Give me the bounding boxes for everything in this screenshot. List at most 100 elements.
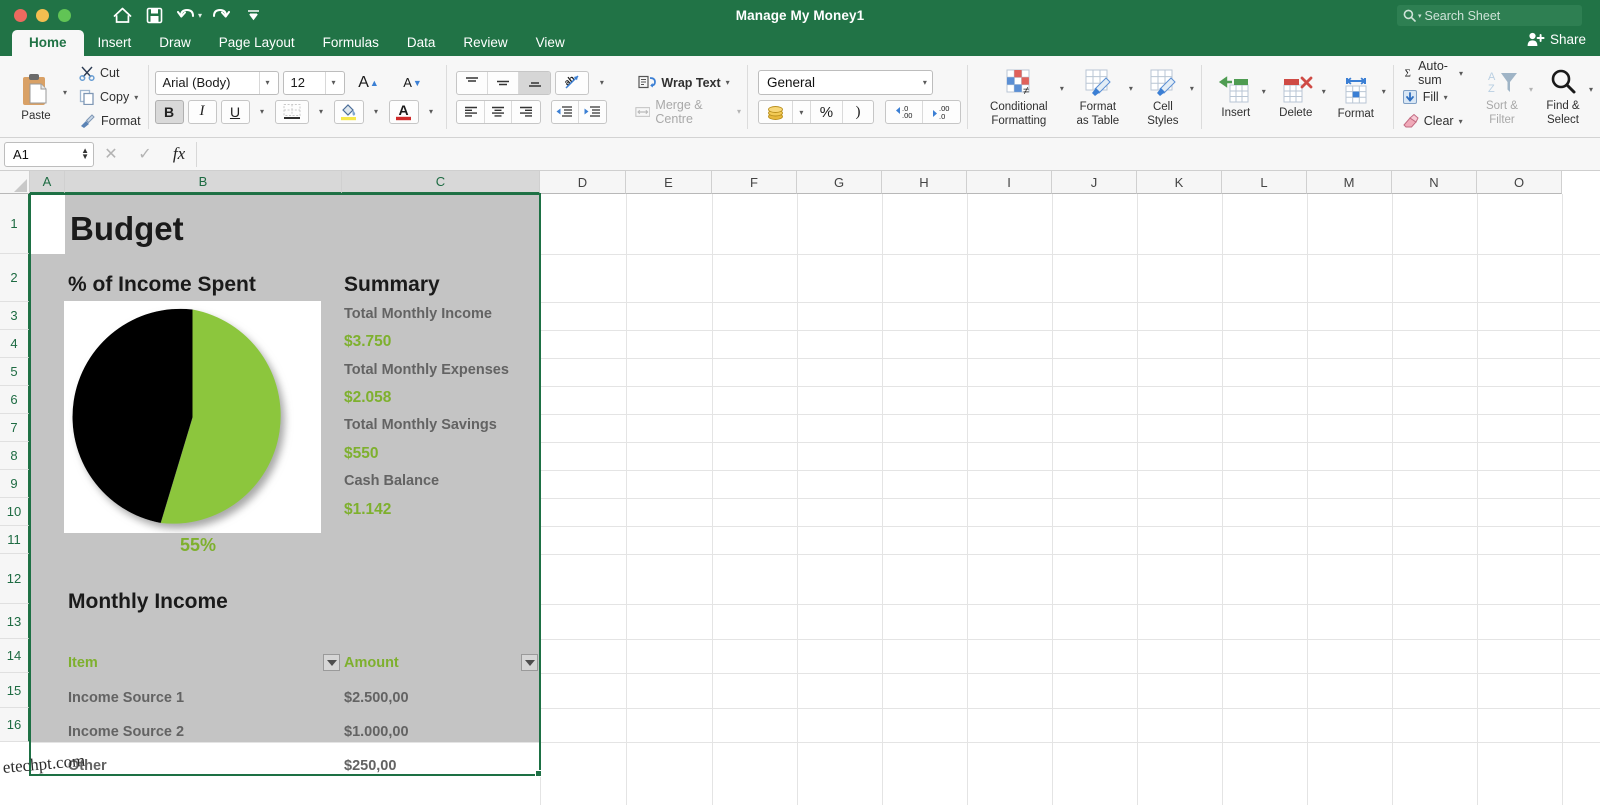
comma-style-button[interactable]: ): [843, 101, 873, 123]
paste-button[interactable]: Paste: [13, 61, 59, 133]
row-header-6[interactable]: 6: [0, 386, 30, 414]
column-header-d[interactable]: D: [540, 171, 626, 194]
currency-button[interactable]: [759, 101, 793, 123]
save-icon[interactable]: [139, 3, 169, 27]
increase-font-size-button[interactable]: A▲: [349, 71, 389, 95]
align-middle-button[interactable]: [488, 72, 519, 94]
column-header-h[interactable]: H: [882, 171, 967, 194]
font-size-select[interactable]: 12 ▾: [283, 71, 345, 95]
filter-button-amount[interactable]: [521, 654, 538, 671]
select-all-corner[interactable]: [0, 171, 30, 194]
orientation-dropdown-caret[interactable]: ▾: [593, 71, 610, 95]
fill-button[interactable]: Fill ▾: [1402, 86, 1463, 108]
format-as-table-button[interactable]: Format as Table: [1069, 61, 1127, 133]
tab-page-layout[interactable]: Page Layout: [205, 30, 309, 56]
borders-button[interactable]: [275, 100, 309, 124]
delete-cells-button[interactable]: Delete: [1272, 61, 1320, 133]
format-cells-button[interactable]: Format: [1332, 61, 1380, 133]
borders-dropdown-caret[interactable]: ▾: [313, 100, 330, 124]
minimize-window-button[interactable]: [36, 9, 49, 22]
column-header-k[interactable]: K: [1137, 171, 1222, 194]
conditional-formatting-dropdown-caret[interactable]: ▾: [1060, 84, 1064, 93]
column-header-a[interactable]: A: [30, 171, 65, 194]
font-family-select[interactable]: Arial (Body) ▾: [155, 71, 279, 95]
find-select-dropdown-caret[interactable]: ▾: [1589, 85, 1593, 94]
row-header-12[interactable]: 12: [0, 554, 30, 604]
underline-dropdown-caret[interactable]: ▾: [254, 100, 271, 124]
tab-formulas[interactable]: Formulas: [309, 30, 393, 56]
search-input[interactable]: ▾ Search Sheet: [1397, 5, 1582, 26]
increase-decimal-button[interactable]: .0 .00: [886, 101, 923, 123]
align-left-button[interactable]: [457, 101, 484, 123]
row-header-9[interactable]: 9: [0, 470, 30, 498]
italic-button[interactable]: I: [188, 100, 217, 124]
wrap-text-button[interactable]: Wrap Text ▾: [638, 72, 729, 94]
delete-cells-dropdown-caret[interactable]: ▾: [1322, 87, 1326, 96]
fill-dropdown-caret[interactable]: ▾: [1444, 93, 1448, 102]
format-cells-dropdown-caret[interactable]: ▾: [1382, 87, 1386, 96]
tab-home[interactable]: Home: [12, 30, 84, 56]
column-header-o[interactable]: O: [1477, 171, 1562, 194]
conditional-formatting-button[interactable]: ≠ Conditional Formatting: [980, 61, 1058, 133]
copy-dropdown-caret[interactable]: ▾: [134, 93, 138, 102]
selection-fill-handle[interactable]: [535, 770, 542, 777]
cell-styles-button[interactable]: Cell Styles: [1138, 61, 1188, 133]
close-window-button[interactable]: [14, 9, 27, 22]
tab-insert[interactable]: Insert: [84, 30, 146, 56]
column-header-l[interactable]: L: [1222, 171, 1307, 194]
column-header-m[interactable]: M: [1307, 171, 1392, 194]
row-header-3[interactable]: 3: [0, 302, 30, 330]
insert-function-icon[interactable]: fx: [162, 144, 196, 164]
row-header-4[interactable]: 4: [0, 330, 30, 358]
row-header-11[interactable]: 11: [0, 526, 30, 554]
number-format-select[interactable]: General ▾: [758, 70, 933, 95]
font-color-button[interactable]: A: [389, 100, 419, 124]
row-header-15[interactable]: 15: [0, 673, 30, 708]
currency-dropdown-caret[interactable]: ▾: [793, 101, 811, 123]
tab-draw[interactable]: Draw: [145, 30, 205, 56]
underline-button[interactable]: U: [221, 100, 250, 124]
formula-input[interactable]: [196, 142, 1600, 167]
cells-area[interactable]: Budget % of Income Spent Summary 55%: [30, 194, 1600, 805]
column-header-g[interactable]: G: [797, 171, 882, 194]
fill-color-button[interactable]: [334, 100, 364, 124]
align-center-button[interactable]: [485, 101, 512, 123]
sort-filter-dropdown-caret[interactable]: ▾: [1529, 85, 1533, 94]
merge-centre-button[interactable]: Merge & Centre ▾: [635, 101, 741, 123]
column-header-j[interactable]: J: [1052, 171, 1137, 194]
tab-view[interactable]: View: [522, 30, 579, 56]
find-select-button[interactable]: Find & Select: [1537, 61, 1589, 133]
cell-a1[interactable]: [30, 194, 65, 254]
percent-style-button[interactable]: %: [811, 101, 843, 123]
align-right-button[interactable]: [512, 101, 539, 123]
align-bottom-button[interactable]: [519, 72, 550, 94]
column-header-i[interactable]: I: [967, 171, 1052, 194]
cell-styles-dropdown-caret[interactable]: ▾: [1190, 84, 1194, 93]
maximize-window-button[interactable]: [58, 9, 71, 22]
orientation-button[interactable]: ab: [555, 71, 589, 95]
row-header-14[interactable]: 14: [0, 639, 30, 673]
row-header-2[interactable]: 2: [0, 254, 30, 302]
column-header-n[interactable]: N: [1392, 171, 1477, 194]
insert-cells-dropdown-caret[interactable]: ▾: [1262, 87, 1266, 96]
row-header-7[interactable]: 7: [0, 414, 30, 442]
row-header-16[interactable]: 16: [0, 708, 30, 742]
decrease-font-size-button[interactable]: A▼: [393, 71, 433, 95]
decrease-decimal-button[interactable]: .00 .0: [923, 101, 960, 123]
confirm-icon[interactable]: ✓: [128, 144, 162, 164]
column-header-f[interactable]: F: [712, 171, 797, 194]
search-dropdown-caret[interactable]: ▾: [1418, 12, 1422, 20]
bold-button[interactable]: B: [155, 100, 184, 124]
pie-chart[interactable]: [64, 301, 321, 533]
column-header-e[interactable]: E: [626, 171, 712, 194]
row-header-10[interactable]: 10: [0, 498, 30, 526]
font-color-dropdown-caret[interactable]: ▾: [423, 100, 440, 124]
tab-review[interactable]: Review: [449, 30, 521, 56]
format-as-table-dropdown-caret[interactable]: ▾: [1129, 84, 1133, 93]
decrease-indent-button[interactable]: [552, 101, 579, 123]
increase-indent-button[interactable]: [579, 101, 606, 123]
insert-cells-button[interactable]: Insert: [1212, 61, 1260, 133]
cancel-icon[interactable]: ✕: [94, 144, 128, 164]
name-box[interactable]: A1 ▲▼: [4, 142, 94, 167]
format-painter-button[interactable]: Format: [79, 110, 141, 132]
